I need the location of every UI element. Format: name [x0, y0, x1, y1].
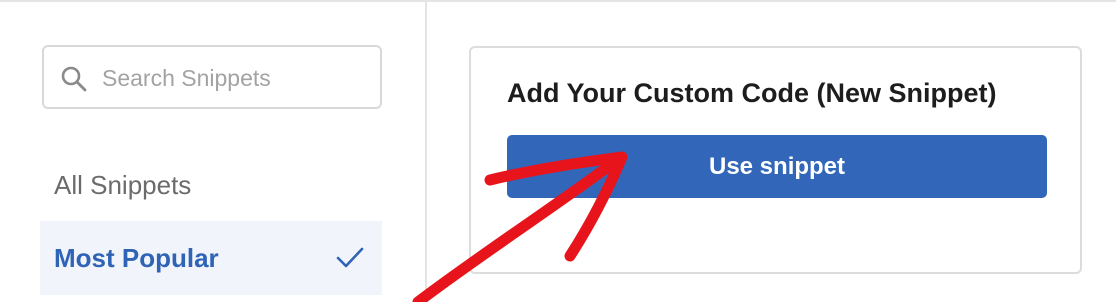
use-snippet-button[interactable]: Use snippet: [507, 135, 1047, 198]
card-title: Add Your Custom Code (New Snippet): [507, 78, 997, 108]
panel-divider: [425, 0, 427, 302]
sidebar-item-label: All Snippets: [54, 170, 192, 200]
sidebar-item-label: Most Popular: [54, 243, 219, 273]
search-box[interactable]: [42, 45, 382, 109]
sidebar-item-most-popular[interactable]: Most Popular: [40, 221, 382, 295]
search-input[interactable]: [100, 47, 374, 109]
checkmark-icon: [336, 247, 364, 268]
snippet-card: Add Your Custom Code (New Snippet) Use s…: [469, 46, 1082, 274]
sidebar-item-all-snippets[interactable]: All Snippets: [40, 160, 382, 210]
search-icon: [61, 66, 87, 92]
